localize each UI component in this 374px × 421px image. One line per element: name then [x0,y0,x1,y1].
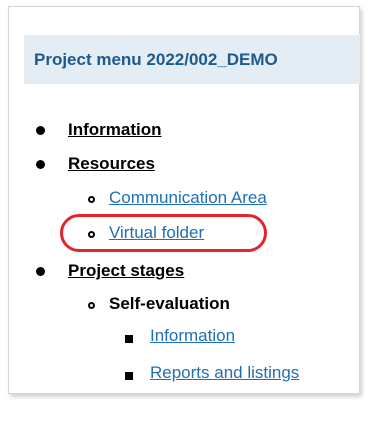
square-bullet-icon [125,335,133,343]
virtual-folder-highlight-oval [60,214,267,252]
project-menu-header: Project menu 2022/002_DEMO [24,34,360,84]
menu-item-project-stages[interactable]: Project stages [68,261,184,281]
project-menu-title: Project menu 2022/002_DEMO [34,49,278,69]
menu-item-reports-and-listings[interactable]: Reports and listings [150,363,299,383]
disc-bullet-icon [36,267,45,276]
menu-item-communication-area[interactable]: Communication Area [109,188,267,208]
disc-bullet-icon [36,126,45,135]
menu-item-self-evaluation: Self-evaluation [109,294,230,313]
circle-bullet-icon [88,196,95,203]
circle-bullet-icon [88,302,95,309]
square-bullet-icon [125,372,133,380]
menu-item-information[interactable]: Information [68,120,162,140]
menu-item-resources[interactable]: Resources [68,154,155,174]
disc-bullet-icon [36,160,45,169]
menu-item-self-evaluation-information[interactable]: Information [150,326,235,346]
